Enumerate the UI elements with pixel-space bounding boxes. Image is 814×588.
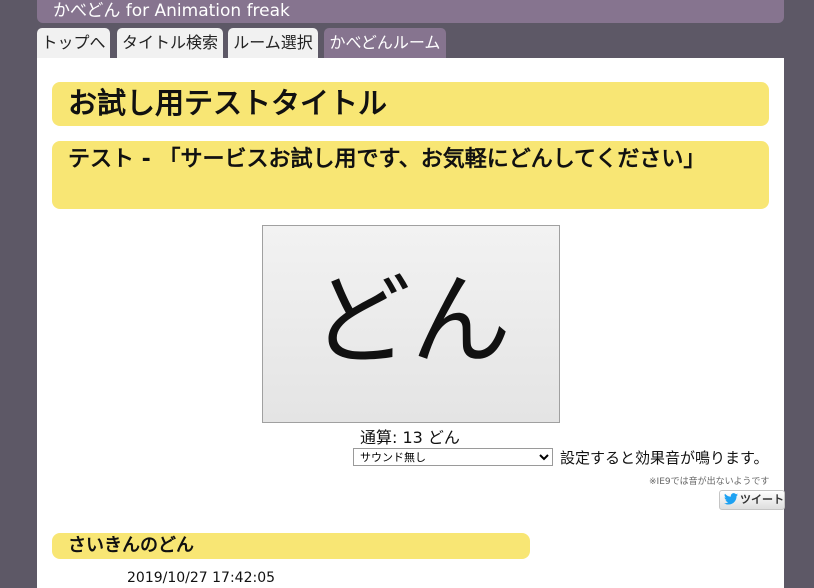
sound-select[interactable]: サウンド無し bbox=[353, 448, 553, 466]
twitter-bird-icon bbox=[724, 493, 738, 505]
don-counter: 通算: 13 どん bbox=[360, 428, 460, 447]
page-title: お試し用テストタイトル bbox=[52, 82, 769, 126]
sub-title: テスト - 「サービスお試し用です、お気軽にどんしてください」 bbox=[52, 141, 769, 209]
main-content: お試し用テストタイトル テスト - 「サービスお試し用です、お気軽にどんしてくだ… bbox=[37, 58, 785, 588]
don-button[interactable]: どん bbox=[262, 225, 560, 423]
tab-room-select[interactable]: ルーム選択 bbox=[228, 28, 318, 58]
tab-top[interactable]: トップへ bbox=[37, 28, 110, 58]
site-header: かべどん for Animation freak bbox=[37, 0, 784, 23]
tweet-button[interactable]: ツイート bbox=[719, 490, 785, 510]
ie-note: ※IE9では音が出ないようです bbox=[649, 477, 770, 487]
recent-don-title: さいきんのどん bbox=[52, 533, 530, 559]
site-title: かべどん for Animation freak bbox=[53, 1, 290, 21]
tab-kabedon-room[interactable]: かべどんルーム bbox=[324, 28, 446, 58]
sound-note: 設定すると効果音が鳴ります。 bbox=[560, 449, 769, 467]
tweet-label: ツイート bbox=[740, 493, 784, 506]
recent-don-entry: 2019/10/27 17:42:05 bbox=[127, 570, 276, 586]
tab-title-search[interactable]: タイトル検索 bbox=[117, 28, 223, 58]
